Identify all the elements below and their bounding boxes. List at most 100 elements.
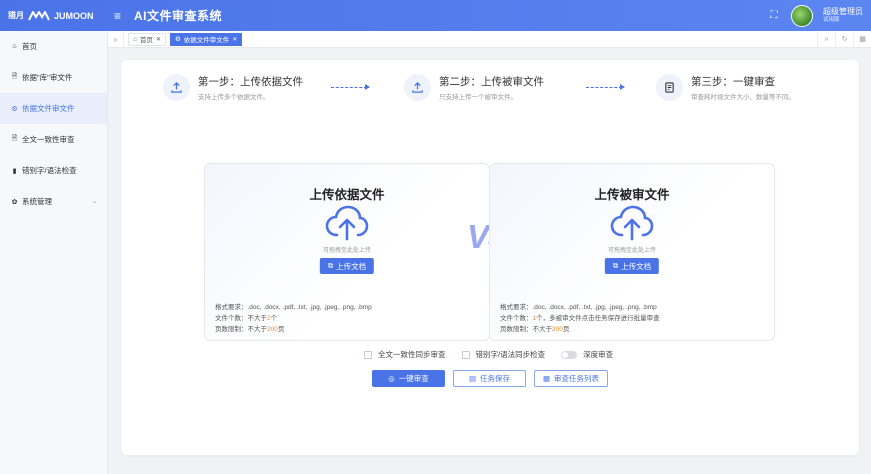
chevron-down-icon: ⌄ xyxy=(91,199,97,205)
consistency-option[interactable]: 全文一致性同步审查 xyxy=(364,349,446,360)
sidebar-item-library-review[interactable]: 🗎 依据"库"审文件 xyxy=(0,62,107,93)
step-title: 第三步：一键审查 xyxy=(691,76,775,88)
drag-hint: 可拖拽至此处上传 xyxy=(322,248,371,254)
count-label: 文件个数： xyxy=(500,315,533,322)
consistency-checkbox[interactable] xyxy=(364,350,372,359)
format-value: .doc, .docx, .pdf, .txt, .jpg, .jpeg, .p… xyxy=(247,304,372,311)
sidebar-item-label: 全文一致性审查 xyxy=(22,135,75,144)
option-label: 深度审查 xyxy=(583,350,614,359)
upload-icon xyxy=(404,74,431,101)
logo: 猎月 JUMOON xyxy=(0,0,108,31)
pages-prefix: 不大于 xyxy=(247,326,268,333)
sidebar-item-label: 系统管理 xyxy=(22,197,52,206)
app-title: AI文件审查系统 xyxy=(134,9,223,23)
sidebar-item-system[interactable]: ✿ 系统管理 ⌄ xyxy=(0,186,107,217)
task-list-button[interactable]: ▦ 审查任务列表 xyxy=(534,370,608,387)
document-icon: 🗎 xyxy=(11,73,18,80)
cloud-upload-icon xyxy=(325,205,369,241)
upload-basis-button[interactable]: ⧉ 上传文档 xyxy=(319,258,375,274)
count-suffix: 个 xyxy=(270,315,278,322)
panel-title: 上传被审文件 xyxy=(594,188,670,202)
user-info[interactable]: 超级管理员 试用版 xyxy=(823,7,863,23)
checklist-icon xyxy=(656,74,683,101)
option-label: 全文一致性同步审查 xyxy=(378,350,446,359)
step-arrow xyxy=(331,84,370,90)
sidebar-item-consistency[interactable]: 🗎 全文一致性审查 xyxy=(0,124,107,155)
sidebar-item-typo-check[interactable]: ▮ 错别字/语法检查 xyxy=(0,155,107,186)
format-label: 格式要求： xyxy=(500,304,533,311)
option-label: 错别字/语法同步检查 xyxy=(475,350,546,359)
close-icon[interactable]: ✕ xyxy=(156,36,161,43)
pages-label: 页数限制： xyxy=(500,326,533,333)
tab-bar: « ⌂ 首页 ✕ ⚙ 依据文件审文件 ✕ » ↻ ▦ xyxy=(108,30,871,48)
typo-option[interactable]: 错别字/语法同步检查 xyxy=(461,349,546,360)
requirements: 格式要求：.doc, .docx, .pdf, .txt, .jpg, .jpe… xyxy=(215,302,372,335)
review-icon: ◎ xyxy=(388,374,395,383)
home-icon: ⌂ xyxy=(12,43,17,50)
typo-checkbox[interactable] xyxy=(461,350,470,359)
pages-suffix: 页 xyxy=(562,326,570,333)
sidebar-item-home[interactable]: ⌂ 首页 xyxy=(0,31,107,62)
refresh-icon[interactable]: ↻ xyxy=(835,30,853,48)
sidebar-item-label: 依据"库"审文件 xyxy=(22,73,73,82)
button-label: 上传文档 xyxy=(336,261,367,271)
tab-file-review[interactable]: ⚙ 依据文件审文件 ✕ xyxy=(169,32,243,46)
logo-mark-icon xyxy=(28,10,50,20)
tabs-scroll-right-icon[interactable]: » xyxy=(817,30,835,48)
home-icon: ⌂ xyxy=(133,35,137,43)
save-icon: ▤ xyxy=(468,374,477,383)
button-label: 上传文档 xyxy=(621,261,652,271)
format-value: .doc, .docx, .pdf, .txt, .jpg, .jpeg, .p… xyxy=(532,304,657,311)
button-label: 任务保存 xyxy=(480,374,511,383)
sidebar: ⌂ 首页 🗎 依据"库"审文件 ⚙ 依据文件审文件 🗎 全文一致性审查 ▮ 错别… xyxy=(0,31,108,474)
settings-icon: ⚙ xyxy=(11,105,18,113)
sidebar-item-label: 错别字/语法检查 xyxy=(22,166,77,175)
close-icon[interactable]: ✕ xyxy=(232,36,237,43)
step-desc: 支持上传多个依据文件。 xyxy=(198,94,270,101)
format-label: 格式要求： xyxy=(215,304,248,311)
review-options: 全文一致性同步审查 错别字/语法同步检查 深度审查 xyxy=(364,349,613,360)
panel-title: 上传依据文件 xyxy=(309,188,385,202)
sidebar-item-file-review[interactable]: ⚙ 依据文件审文件 xyxy=(0,93,107,124)
avatar[interactable] xyxy=(791,4,813,27)
logo-en: JUMOON xyxy=(54,10,94,21)
top-header: 猎月 JUMOON ≡ AI文件审查系统 ⛶ 超级管理员 试用版 xyxy=(0,0,871,31)
deep-review-option[interactable]: 深度审查 xyxy=(561,349,613,360)
upload-target-button[interactable]: ⧉ 上传文档 xyxy=(604,258,660,274)
upload-icon xyxy=(163,74,190,101)
copy-icon: ⧉ xyxy=(612,261,619,270)
tab-label: 依据文件审文件 xyxy=(183,37,230,44)
fullscreen-icon[interactable]: ⛶ xyxy=(767,10,781,21)
pages-prefix: 不大于 xyxy=(532,326,553,333)
step-desc: 只支持上传一个被审文件。 xyxy=(439,94,517,101)
count-prefix: 不大于 xyxy=(247,315,268,322)
one-click-review-button[interactable]: ◎ 一键审查 xyxy=(372,370,445,387)
step-2: 第二步：上传被审文件 只支持上传一个被审文件。 xyxy=(404,74,544,101)
pages-value: 200 xyxy=(552,326,563,333)
save-task-button[interactable]: ▤ 任务保存 xyxy=(453,370,526,387)
list-icon: ▦ xyxy=(542,374,551,383)
pages-suffix: 页 xyxy=(277,326,285,333)
document-icon: 🗎 xyxy=(11,135,18,142)
upload-basis-panel[interactable]: 上传依据文件 可拖拽至此处上传 ⧉ 上传文档 格式要求：.doc, .docx,… xyxy=(204,163,490,341)
tabs-scroll-left-icon[interactable]: « xyxy=(108,30,124,48)
drag-hint: 可拖拽至此处上传 xyxy=(607,248,656,254)
button-label: 一键审查 xyxy=(398,374,429,383)
upload-target-panel[interactable]: 上传被审文件 可拖拽至此处上传 ⧉ 上传文档 格式要求：.doc, .docx,… xyxy=(489,163,775,341)
menu-toggle-icon[interactable]: ≡ xyxy=(114,9,128,23)
cloud-upload-icon xyxy=(610,205,654,241)
main-card: 第一步：上传依据文件 支持上传多个依据文件。 第二步：上传被审文件 只支持上传一… xyxy=(121,60,859,455)
sidebar-item-label: 首页 xyxy=(22,42,37,51)
requirements: 格式要求：.doc, .docx, .pdf, .txt, .jpg, .jpe… xyxy=(500,302,660,335)
pages-value: 200 xyxy=(267,326,278,333)
step-arrow xyxy=(586,84,625,90)
step-desc: 审查耗时视文件大小、数量等不同。 xyxy=(691,94,795,101)
button-label: 审查任务列表 xyxy=(554,374,600,383)
sidebar-item-label: 依据文件审文件 xyxy=(22,104,75,113)
deep-review-toggle[interactable] xyxy=(561,350,578,359)
user-name: 超级管理员 xyxy=(823,7,863,17)
tab-label: 首页 xyxy=(139,37,153,44)
grid-menu-icon[interactable]: ▦ xyxy=(853,30,871,48)
tab-home[interactable]: ⌂ 首页 ✕ xyxy=(128,32,166,46)
action-buttons: ◎ 一键审查 ▤ 任务保存 ▦ 审查任务列表 xyxy=(372,370,608,387)
